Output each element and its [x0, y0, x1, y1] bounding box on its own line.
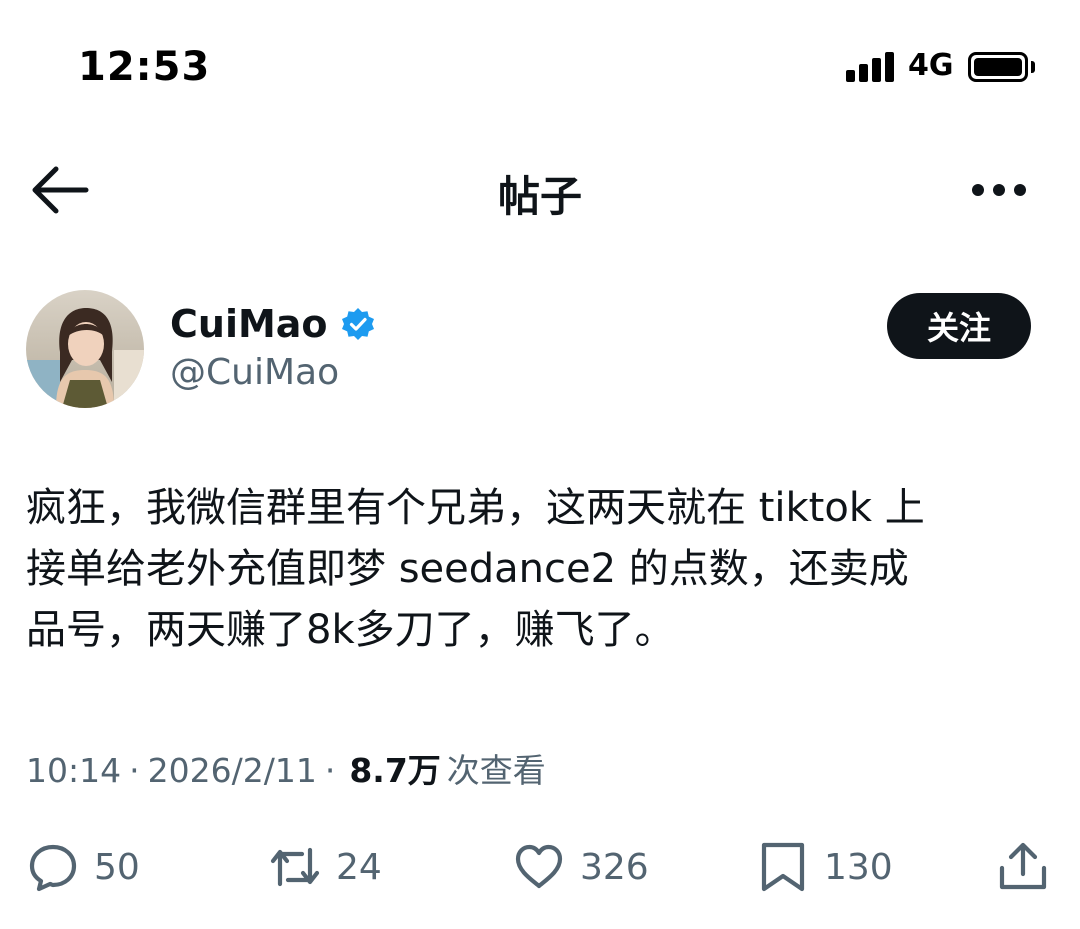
- status-time: 12:53: [78, 44, 211, 90]
- post-date: 2026/2/11: [147, 751, 317, 790]
- network-type: 4G: [908, 48, 954, 83]
- views-count: 8.7万: [349, 751, 441, 790]
- avatar[interactable]: [26, 290, 144, 408]
- views-label: 次查看: [446, 751, 546, 790]
- reply-count: 50: [94, 846, 140, 888]
- tweet-line: 品号，两天赚了8k多刀了，赚飞了。: [26, 607, 675, 653]
- bookmark-count: 130: [824, 846, 893, 888]
- like-count: 326: [580, 846, 649, 888]
- more-button[interactable]: [968, 170, 1030, 210]
- tweet-line: 接单给老外充值即梦 seedance2 的点数，还卖成: [26, 546, 909, 592]
- more-horizontal-icon: [972, 184, 1026, 196]
- meta-separator: ·: [129, 751, 140, 790]
- author-name-row[interactable]: CuiMao: [170, 302, 376, 346]
- bookmark-icon: [761, 842, 805, 892]
- tweet-line: 疯狂，我微信群里有个兄弟，这两天就在 tiktok 上: [26, 485, 925, 531]
- repost-button[interactable]: 24: [268, 840, 382, 894]
- reply-icon: [29, 844, 77, 892]
- reply-button[interactable]: 50: [26, 840, 140, 894]
- meta-separator: ·: [324, 751, 336, 790]
- battery-cap: [1031, 61, 1035, 73]
- share-icon: [999, 842, 1047, 890]
- post-time: 10:14: [26, 751, 122, 790]
- page-title: 帖子: [497, 172, 582, 221]
- battery-icon: [968, 52, 1028, 82]
- signal-strength-icon: [846, 52, 896, 82]
- bookmark-button[interactable]: 130: [756, 840, 893, 894]
- heart-icon: [515, 844, 563, 889]
- repost-icon: [270, 847, 320, 887]
- share-button[interactable]: [996, 840, 1050, 894]
- author-handle[interactable]: @CuiMao: [170, 352, 339, 393]
- follow-button[interactable]: 关注: [887, 293, 1031, 359]
- author-name[interactable]: CuiMao: [170, 302, 328, 346]
- like-button[interactable]: 326: [512, 840, 649, 894]
- verified-badge-icon: [341, 308, 374, 340]
- tweet-text: 疯狂，我微信群里有个兄弟，这两天就在 tiktok 上 接单给老外充值即梦 se…: [26, 478, 1056, 661]
- tweet-meta: 10:14 · 2026/2/11 · 8.7万 次查看: [26, 744, 546, 792]
- repost-count: 24: [336, 846, 382, 888]
